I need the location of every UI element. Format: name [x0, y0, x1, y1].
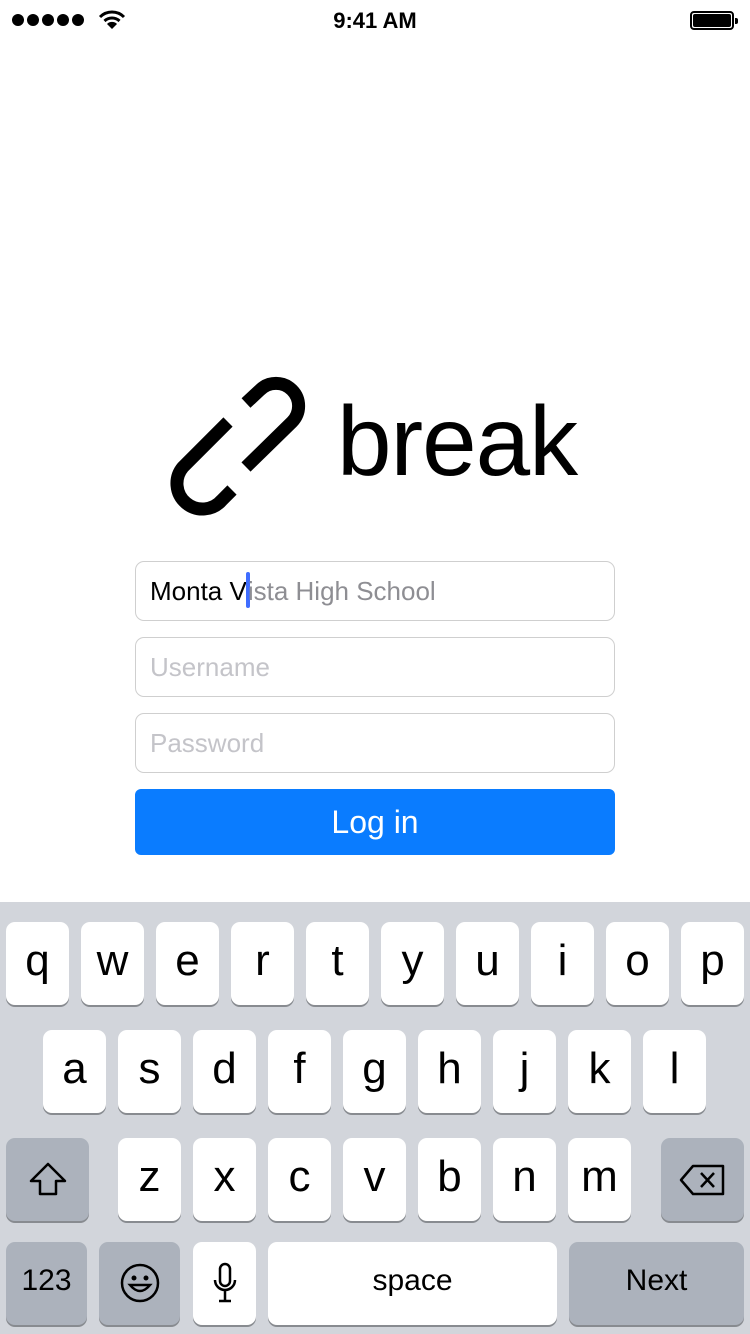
key-j[interactable]: j [493, 1030, 556, 1113]
school-typed-text: Monta V [150, 576, 247, 606]
key-p[interactable]: p [681, 922, 744, 1005]
dictation-key[interactable] [193, 1242, 256, 1325]
key-r[interactable]: r [231, 922, 294, 1005]
key-x[interactable]: x [193, 1138, 256, 1221]
key-u[interactable]: u [456, 922, 519, 1005]
shift-key[interactable] [6, 1138, 89, 1221]
school-suggestion: ista High School [247, 576, 436, 606]
emoji-icon [120, 1263, 159, 1303]
key-m[interactable]: m [568, 1138, 631, 1221]
key-q[interactable]: q [6, 922, 69, 1005]
next-key[interactable]: Next [569, 1242, 744, 1325]
key-s[interactable]: s [118, 1030, 181, 1113]
key-n[interactable]: n [493, 1138, 556, 1221]
key-l[interactable]: l [643, 1030, 706, 1113]
space-key[interactable]: space [268, 1242, 557, 1325]
shift-icon [29, 1162, 66, 1196]
login-button[interactable]: Log in [135, 789, 615, 855]
school-input[interactable]: Monta Vista High School [135, 561, 615, 621]
key-e[interactable]: e [156, 922, 219, 1005]
delete-key[interactable] [661, 1138, 744, 1221]
password-placeholder: Password [150, 728, 265, 758]
key-y[interactable]: y [381, 922, 444, 1005]
key-v[interactable]: v [343, 1138, 406, 1221]
key-i[interactable]: i [531, 922, 594, 1005]
username-placeholder: Username [150, 652, 270, 682]
key-k[interactable]: k [568, 1030, 631, 1113]
key-h[interactable]: h [418, 1030, 481, 1113]
key-d[interactable]: d [193, 1030, 256, 1113]
key-c[interactable]: c [268, 1138, 331, 1221]
key-b[interactable]: b [418, 1138, 481, 1221]
key-g[interactable]: g [343, 1030, 406, 1113]
brand-name: break [337, 386, 578, 496]
key-o[interactable]: o [606, 922, 669, 1005]
key-w[interactable]: w [81, 922, 144, 1005]
broken-link-icon [170, 376, 306, 516]
emoji-key[interactable] [99, 1242, 180, 1325]
backspace-icon [679, 1164, 724, 1196]
key-z[interactable]: z [118, 1138, 181, 1221]
key-f[interactable]: f [268, 1030, 331, 1113]
key-a[interactable]: a [43, 1030, 106, 1113]
keyboard: 123 space Next qwertyuiop asdfghjkl zxcvbn… [0, 902, 750, 1334]
microphone-icon [213, 1262, 236, 1303]
password-input[interactable]: Password [135, 713, 615, 773]
username-input[interactable]: Username [135, 637, 615, 697]
numbers-key[interactable]: 123 [6, 1242, 87, 1325]
key-t[interactable]: t [306, 922, 369, 1005]
